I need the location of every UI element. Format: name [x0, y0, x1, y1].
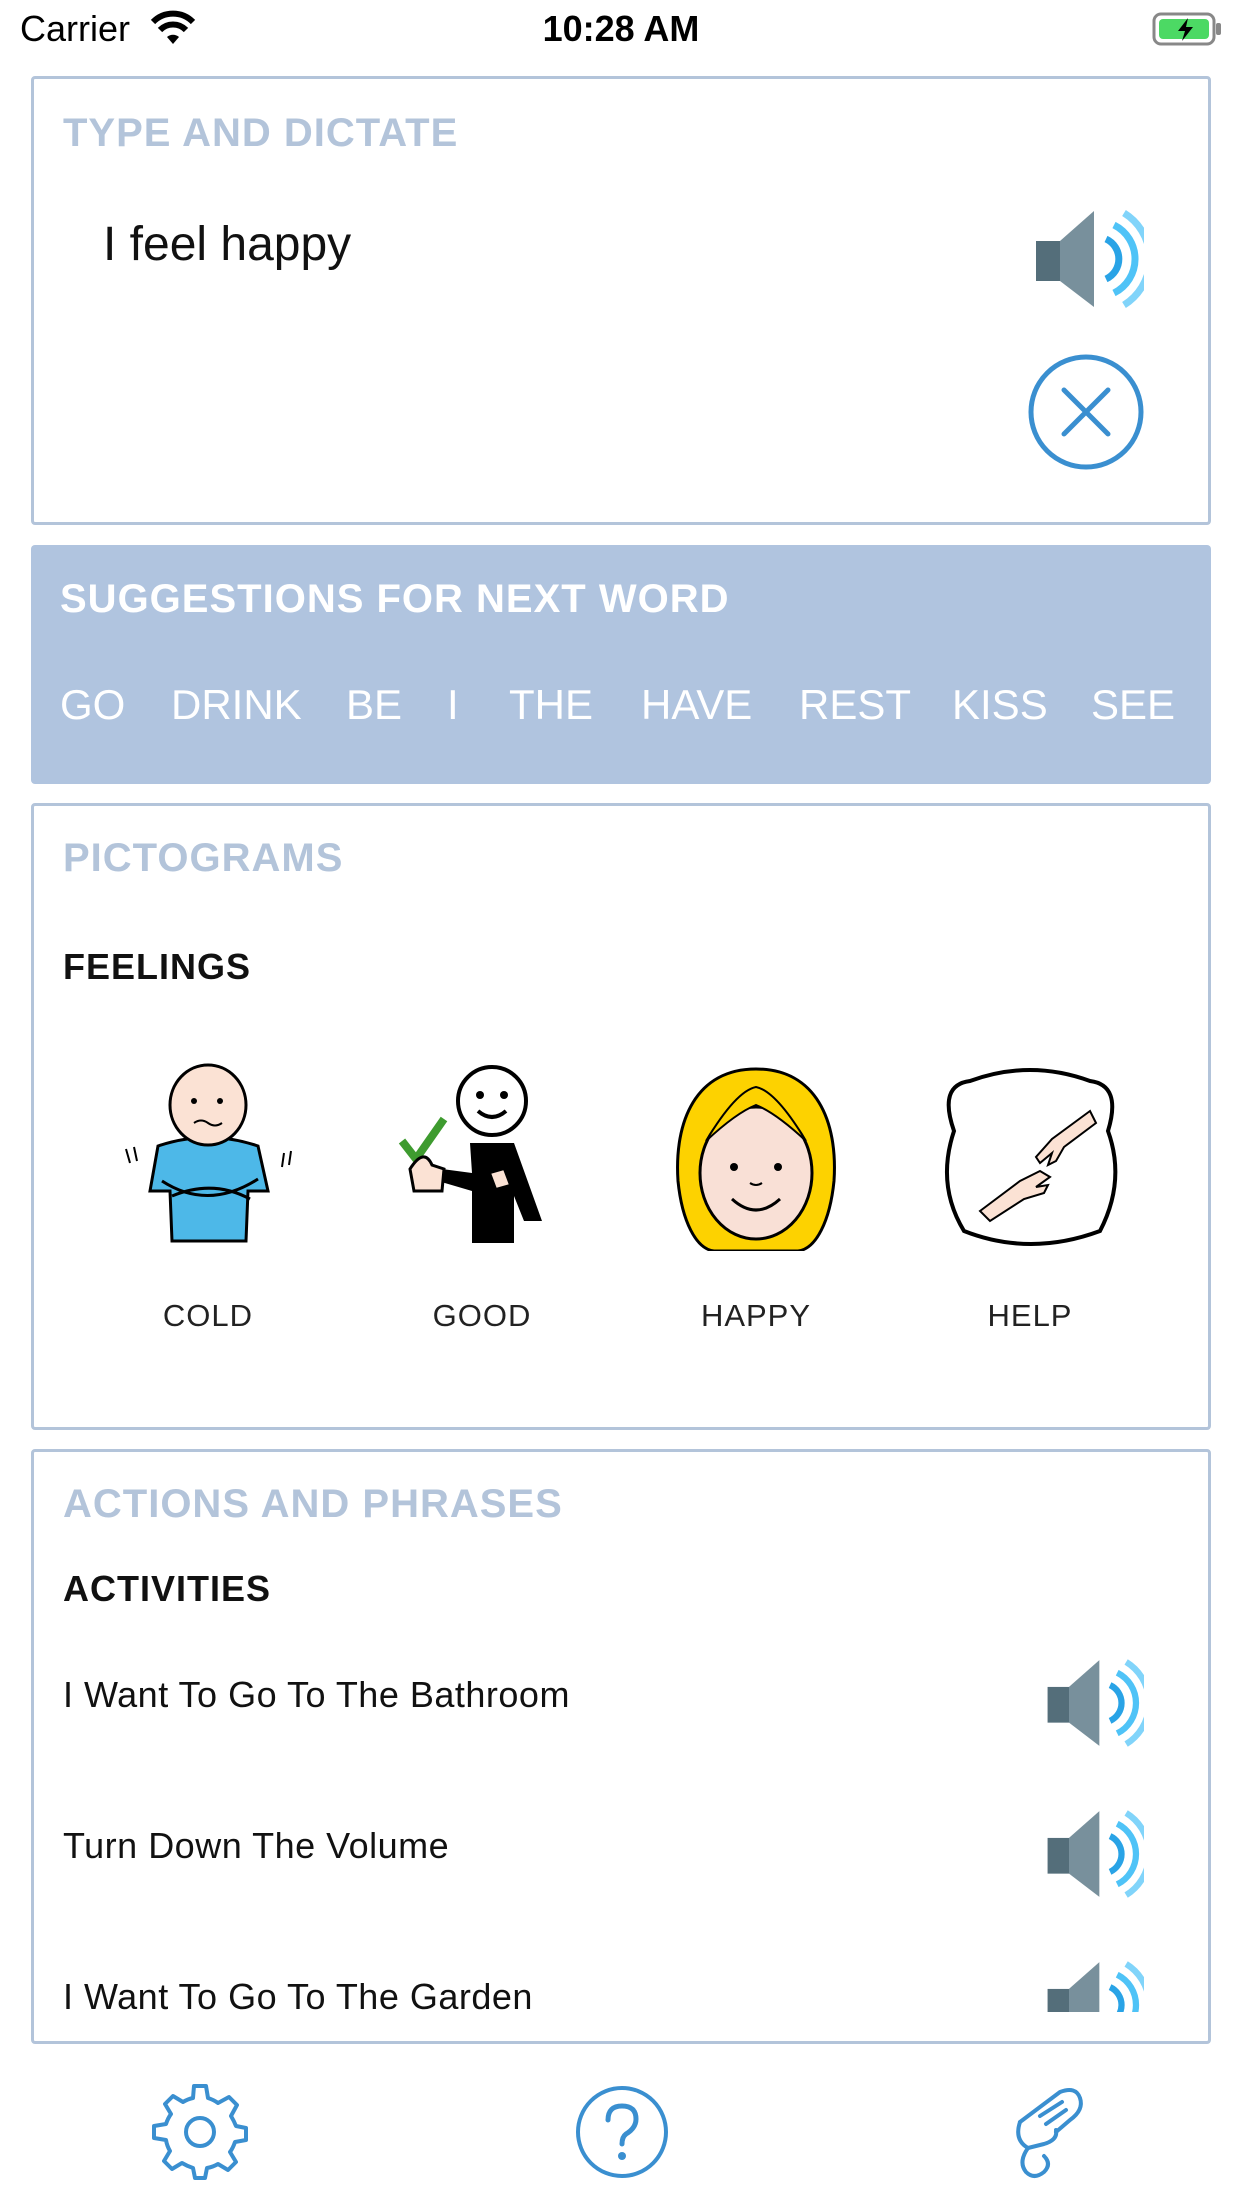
sign-hand-icon[interactable]: [1000, 2082, 1100, 2182]
pictogram-label: GOOD: [432, 1298, 532, 1333]
actions-phrases-panel: ACTIONS AND PHRASES ACTIVITIES I Want To…: [31, 1449, 1211, 2044]
pictograms-panel: PICTOGRAMS FEELINGS COLD GOOD HAPPY HELP: [31, 803, 1211, 1430]
suggestion-word[interactable]: SEE: [1091, 681, 1175, 729]
suggestions-title: SUGGESTIONS FOR NEXT WORD: [60, 577, 730, 621]
suggestion-word[interactable]: THE: [509, 681, 593, 729]
pictogram-cold[interactable]: COLD: [78, 1061, 338, 1381]
suggestion-word[interactable]: HAVE: [641, 681, 752, 729]
phrase-text: I Want To Go To The Garden: [63, 1976, 533, 2012]
clock: 10:28 AM: [542, 8, 700, 49]
phrase-row[interactable]: I Want To Go To The Garden: [34, 1952, 1208, 2012]
gear-icon[interactable]: [150, 2082, 250, 2182]
thumbs-up-person-icon: [398, 1065, 542, 1243]
type-panel-title: TYPE AND DICTATE: [63, 111, 459, 155]
actions-title: ACTIONS AND PHRASES: [63, 1482, 563, 1526]
pictogram-label: HELP: [987, 1298, 1073, 1333]
clear-text-button[interactable]: [1027, 353, 1145, 471]
tab-bar: [0, 2060, 1242, 2208]
typed-text-field[interactable]: I feel happy: [103, 217, 351, 272]
status-bar: Carrier 10:28 AM: [0, 0, 1242, 62]
phrase-text: I Want To Go To The Bathroom: [63, 1674, 570, 1715]
pictogram-category: FEELINGS: [63, 946, 252, 987]
cold-person-icon: [125, 1063, 292, 1243]
suggestion-word[interactable]: DRINK: [171, 681, 302, 729]
helping-hands-icon: [944, 1068, 1118, 1246]
phrases-scroll-area[interactable]: ACTIONS AND PHRASES ACTIVITIES I Want To…: [34, 1452, 1208, 2012]
actions-category: ACTIVITIES: [63, 1568, 272, 1609]
speaker-icon[interactable]: [1044, 1958, 1144, 2012]
suggestion-word[interactable]: BE: [346, 681, 402, 729]
pictogram-happy[interactable]: HAPPY: [626, 1061, 886, 1381]
happy-girl-face-icon: [676, 1067, 836, 1251]
phrase-row[interactable]: I Want To Go To The Bathroom: [34, 1650, 1208, 1760]
suggestion-word[interactable]: KISS: [952, 681, 1048, 729]
type-dictate-panel: TYPE AND DICTATE I feel happy: [31, 76, 1211, 525]
pictograms-title: PICTOGRAMS: [63, 836, 344, 880]
speaker-icon[interactable]: [1032, 207, 1144, 311]
speaker-icon[interactable]: [1044, 1807, 1144, 1901]
suggestions-panel: SUGGESTIONS FOR NEXT WORD GO DRINK BE I …: [31, 545, 1211, 784]
phrase-row[interactable]: Turn Down The Volume: [34, 1801, 1208, 1911]
suggestion-words: GO DRINK BE I THE HAVE REST KISS SEE: [31, 681, 1211, 741]
pictogram-label: HAPPY: [700, 1298, 812, 1333]
help-circle-icon[interactable]: [572, 2082, 672, 2182]
pictogram-help[interactable]: HELP: [900, 1061, 1160, 1381]
suggestion-word[interactable]: REST: [799, 681, 911, 729]
pictogram-label: COLD: [162, 1298, 254, 1333]
speaker-icon[interactable]: [1044, 1656, 1144, 1750]
suggestion-word[interactable]: GO: [60, 681, 125, 729]
suggestion-word[interactable]: I: [447, 681, 459, 729]
battery-icon: [1152, 12, 1221, 46]
pictogram-good[interactable]: GOOD: [352, 1061, 612, 1381]
phrase-text: Turn Down The Volume: [63, 1825, 450, 1866]
